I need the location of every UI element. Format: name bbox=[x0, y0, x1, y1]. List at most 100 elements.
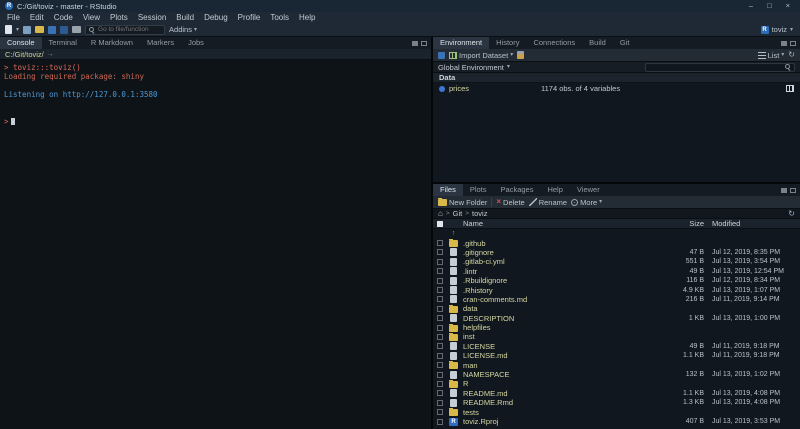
list-view-dropdown[interactable]: List ▾ bbox=[758, 51, 785, 60]
file-name[interactable]: toviz.Rproj bbox=[463, 417, 658, 426]
file-row[interactable]: tests bbox=[433, 407, 800, 416]
clear-objects-icon[interactable] bbox=[517, 51, 524, 59]
file-row[interactable]: LICENSE.md1.1 KBJul 11, 2019, 9:18 PM bbox=[433, 351, 800, 360]
file-name[interactable]: README.md bbox=[463, 389, 658, 398]
file-checkbox[interactable] bbox=[437, 325, 443, 331]
file-row[interactable]: inst bbox=[433, 332, 800, 341]
print-icon[interactable] bbox=[72, 26, 81, 33]
file-checkbox[interactable] bbox=[437, 381, 443, 387]
environment-search-input[interactable] bbox=[649, 64, 783, 71]
minimize-pane-button[interactable] bbox=[412, 41, 418, 46]
file-row[interactable]: data bbox=[433, 304, 800, 313]
file-row[interactable]: cran-comments.md216 BJul 11, 2019, 9:14 … bbox=[433, 295, 800, 304]
select-all-checkbox[interactable] bbox=[437, 221, 443, 227]
file-checkbox[interactable] bbox=[437, 306, 443, 312]
modified-column-header[interactable]: Modified bbox=[704, 219, 796, 228]
file-checkbox[interactable] bbox=[437, 315, 443, 321]
minimize-pane-button[interactable] bbox=[781, 41, 787, 46]
addins-button[interactable]: Addins ▾ bbox=[169, 25, 197, 34]
file-checkbox[interactable] bbox=[437, 249, 443, 255]
menu-item-edit[interactable]: Edit bbox=[25, 12, 49, 23]
file-checkbox[interactable] bbox=[437, 278, 443, 284]
menu-item-build[interactable]: Build bbox=[171, 12, 199, 23]
file-name[interactable]: .Rhistory bbox=[463, 286, 658, 295]
file-row[interactable]: .gitlab-ci.yml551 BJul 13, 2019, 3:54 PM bbox=[433, 257, 800, 266]
file-checkbox[interactable] bbox=[437, 240, 443, 246]
minimize-button[interactable]: – bbox=[744, 0, 758, 12]
file-row[interactable]: README.Rmd1.3 KBJul 13, 2019, 4:08 PM bbox=[433, 398, 800, 407]
goto-file-input[interactable] bbox=[98, 26, 161, 33]
tab-files[interactable]: Files bbox=[433, 184, 463, 196]
maximize-button[interactable]: □ bbox=[762, 0, 777, 12]
file-name[interactable]: LICENSE bbox=[463, 342, 658, 351]
tab-help[interactable]: Help bbox=[540, 184, 569, 196]
tab-markers[interactable]: Markers bbox=[140, 37, 181, 49]
file-checkbox[interactable] bbox=[437, 400, 443, 406]
file-row[interactable]: helpfiles bbox=[433, 323, 800, 332]
file-checkbox[interactable] bbox=[437, 390, 443, 396]
more-button[interactable]: More ▾ bbox=[571, 198, 602, 207]
file-name[interactable]: man bbox=[463, 361, 658, 370]
tab-build[interactable]: Build bbox=[582, 37, 613, 49]
tab-jobs[interactable]: Jobs bbox=[181, 37, 211, 49]
breadcrumb-item-toviz[interactable]: toviz bbox=[472, 209, 487, 218]
file-checkbox[interactable] bbox=[437, 268, 443, 274]
file-row[interactable]: .gitignore47 BJul 12, 2019, 8:35 PM bbox=[433, 248, 800, 257]
file-row[interactable]: .github bbox=[433, 238, 800, 247]
file-name[interactable]: data bbox=[463, 304, 658, 313]
breadcrumb-item-git[interactable]: Git bbox=[453, 209, 463, 218]
import-dataset-button[interactable]: Import Dataset ▾ bbox=[449, 51, 513, 60]
file-row[interactable]: ↑ bbox=[433, 229, 800, 238]
file-checkbox[interactable] bbox=[437, 353, 443, 359]
file-name[interactable]: cran-comments.md bbox=[463, 295, 658, 304]
file-row[interactable]: README.md1.1 KBJul 13, 2019, 4:08 PM bbox=[433, 389, 800, 398]
tab-packages[interactable]: Packages bbox=[494, 184, 541, 196]
file-name[interactable]: .github bbox=[463, 239, 658, 248]
file-row[interactable]: NAMESPACE132 BJul 13, 2019, 1:02 PM bbox=[433, 370, 800, 379]
file-name[interactable]: .lintr bbox=[463, 267, 658, 276]
open-directory-icon[interactable]: → bbox=[47, 51, 54, 58]
save-icon[interactable] bbox=[48, 26, 56, 34]
tab-history[interactable]: History bbox=[489, 37, 526, 49]
tab-git[interactable]: Git bbox=[613, 37, 637, 49]
name-column-header[interactable]: Name bbox=[463, 219, 658, 228]
file-name[interactable]: inst bbox=[463, 332, 658, 341]
project-menu-button[interactable]: R toviz ▾ bbox=[761, 25, 795, 34]
delete-button[interactable]: × Delete bbox=[496, 198, 524, 207]
console-output[interactable]: > toviz:::toviz()Loading required packag… bbox=[0, 60, 431, 429]
environment-object-row[interactable]: prices1174 obs. of 4 variables bbox=[433, 83, 800, 94]
file-name[interactable]: .gitlab-ci.yml bbox=[463, 257, 658, 266]
file-checkbox[interactable] bbox=[437, 362, 443, 368]
tab-connections[interactable]: Connections bbox=[526, 37, 582, 49]
tab-plots[interactable]: Plots bbox=[463, 184, 494, 196]
console-working-dir[interactable]: C:/Git/toviz/ bbox=[5, 50, 44, 59]
new-file-caret-icon[interactable]: ▾ bbox=[16, 27, 19, 33]
home-icon[interactable]: ⌂ bbox=[438, 209, 443, 219]
tab-terminal[interactable]: Terminal bbox=[42, 37, 84, 49]
object-name[interactable]: prices bbox=[449, 84, 537, 93]
new-project-icon[interactable] bbox=[23, 26, 31, 34]
size-column-header[interactable]: Size bbox=[658, 219, 704, 228]
file-checkbox[interactable] bbox=[437, 259, 443, 265]
file-checkbox[interactable] bbox=[437, 296, 443, 302]
maximize-pane-button[interactable] bbox=[790, 41, 796, 46]
file-row[interactable]: man bbox=[433, 360, 800, 369]
save-workspace-icon[interactable] bbox=[438, 52, 445, 59]
file-checkbox[interactable] bbox=[437, 343, 443, 349]
menu-item-tools[interactable]: Tools bbox=[265, 12, 294, 23]
menu-item-debug[interactable]: Debug bbox=[199, 12, 233, 23]
file-checkbox[interactable] bbox=[437, 372, 443, 378]
menu-item-help[interactable]: Help bbox=[294, 12, 320, 23]
view-data-icon[interactable] bbox=[786, 85, 794, 92]
tab-r-markdown[interactable]: R Markdown bbox=[84, 37, 140, 49]
file-row[interactable]: R bbox=[433, 379, 800, 388]
file-row[interactable]: .lintr49 BJul 13, 2019, 12:54 PM bbox=[433, 267, 800, 276]
rename-button[interactable]: Rename bbox=[529, 198, 567, 207]
new-file-icon[interactable] bbox=[5, 25, 12, 34]
new-folder-button[interactable]: New Folder bbox=[438, 198, 487, 207]
file-name[interactable]: README.Rmd bbox=[463, 398, 658, 407]
menu-item-plots[interactable]: Plots bbox=[105, 12, 133, 23]
file-checkbox[interactable] bbox=[437, 409, 443, 415]
file-checkbox[interactable] bbox=[437, 334, 443, 340]
menu-item-profile[interactable]: Profile bbox=[233, 12, 266, 23]
